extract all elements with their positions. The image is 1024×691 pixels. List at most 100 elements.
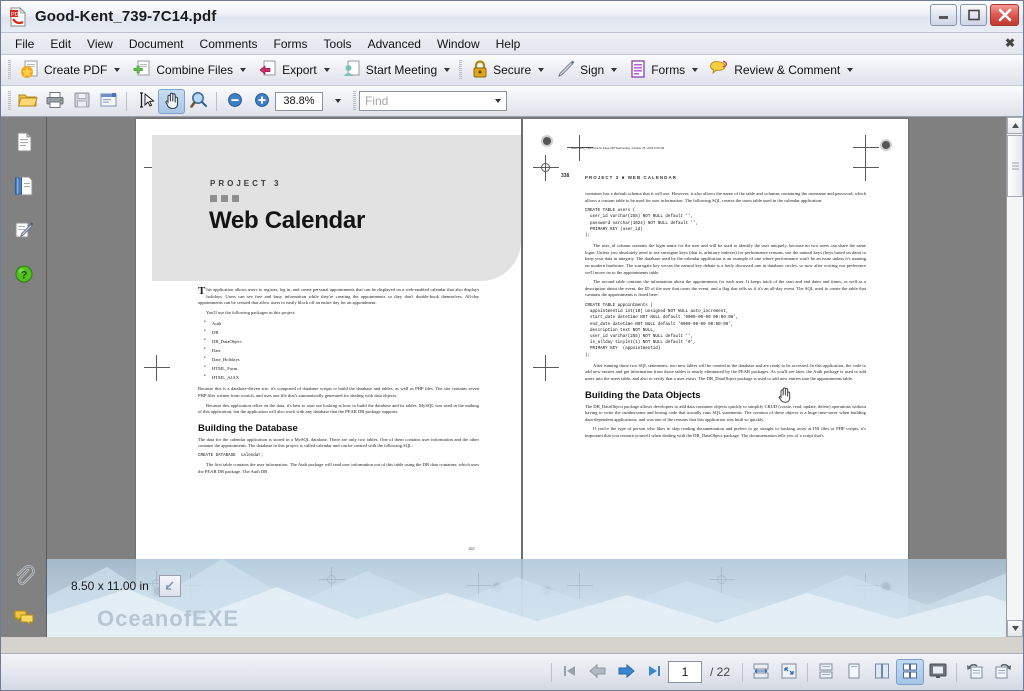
- hand-tool-button[interactable]: [158, 88, 185, 114]
- next-page-button[interactable]: [612, 659, 640, 685]
- sidebar-item-bookmarks[interactable]: [12, 175, 36, 199]
- sign-button[interactable]: Sign: [550, 58, 623, 83]
- two-up-button[interactable]: [868, 659, 896, 685]
- menu-view[interactable]: View: [79, 35, 121, 53]
- heading-building-database: Building the Database: [198, 422, 298, 434]
- combine-files-button[interactable]: Combine Files: [126, 58, 252, 83]
- toolbar-separator: [742, 662, 743, 682]
- list-item: HTML_AJAX: [198, 372, 479, 382]
- zoom-in-button[interactable]: [248, 89, 275, 114]
- sidebar-item-comments[interactable]: [12, 607, 36, 631]
- maximize-button[interactable]: [960, 4, 987, 26]
- export-button[interactable]: Export: [252, 58, 336, 83]
- zoom-level-field[interactable]: 38.8%: [275, 91, 323, 111]
- menu-document[interactable]: Document: [121, 35, 192, 53]
- scrollbar-thumb[interactable]: [1007, 135, 1023, 197]
- para-if-youre: If you're the type of person who likes t…: [585, 426, 866, 438]
- toolbar-grip[interactable]: [353, 91, 356, 111]
- code-create-database: CREATE DATABASE calendar;: [198, 453, 264, 458]
- email-button[interactable]: [95, 89, 122, 114]
- menu-window[interactable]: Window: [429, 35, 488, 53]
- monitor-fullscreen-icon: [928, 662, 948, 683]
- para-userid: The user_id column contains the login na…: [585, 243, 866, 275]
- vertical-scrollbar[interactable]: [1006, 117, 1023, 637]
- sidebar-item-pages[interactable]: [12, 131, 36, 155]
- previous-page-button[interactable]: [584, 659, 612, 685]
- sidebar-item-attachments[interactable]: [12, 564, 36, 590]
- fit-width-button[interactable]: [747, 659, 775, 685]
- chevron-down-icon[interactable]: [240, 68, 247, 72]
- fullscreen-button[interactable]: [924, 659, 952, 685]
- zoom-tool-button[interactable]: [185, 89, 212, 114]
- menu-tools[interactable]: Tools: [316, 35, 360, 53]
- pdf-document-icon: PDF: [7, 6, 29, 28]
- chevron-down-icon[interactable]: [495, 99, 501, 103]
- select-tool-button[interactable]: [131, 89, 158, 114]
- toolbar-separator: [216, 91, 217, 111]
- export-icon: [258, 59, 278, 82]
- sidebar-item-howto[interactable]: ?: [12, 263, 36, 287]
- menu-edit[interactable]: Edit: [42, 35, 79, 53]
- running-head: PROJECT 3 ■ WEB CALENDAR: [585, 175, 677, 180]
- pdf-page-right[interactable]: Good-Kent_739-7C14.fm Page 338 Wednesday…: [523, 119, 908, 619]
- forms-icon: [629, 59, 647, 82]
- navigation-pane-bottom: [1, 564, 46, 631]
- page-number-input[interactable]: 1: [667, 661, 702, 683]
- toolbar-grip[interactable]: [8, 60, 11, 80]
- hand-icon: [162, 90, 182, 113]
- zoom-out-button[interactable]: [221, 89, 248, 114]
- minimize-button[interactable]: [930, 4, 957, 26]
- chevron-down-icon[interactable]: [538, 68, 545, 72]
- first-page-button[interactable]: [556, 659, 584, 685]
- open-file-button[interactable]: [14, 89, 41, 114]
- toolbar-grip[interactable]: [8, 91, 11, 111]
- continuous-pages-button[interactable]: [812, 659, 840, 685]
- menu-forms[interactable]: Forms: [266, 35, 316, 53]
- document-viewport[interactable]: Good-Kent_739-7C14.fm Page 337 Wednesday…: [47, 117, 1006, 637]
- paperclip-icon: [13, 564, 35, 590]
- print-button[interactable]: [41, 89, 68, 114]
- two-up-continuous-button[interactable]: [896, 659, 924, 685]
- toolbar-grip[interactable]: [459, 60, 463, 80]
- review-comment-button[interactable]: Review & Comment: [704, 58, 859, 83]
- single-page-button[interactable]: [840, 659, 868, 685]
- chevron-down-icon[interactable]: [847, 68, 854, 72]
- close-document-icon[interactable]: ✖: [1005, 36, 1015, 50]
- para-first-table: The first table contains the user inform…: [198, 462, 479, 474]
- fit-page-button[interactable]: [775, 659, 803, 685]
- find-input[interactable]: Find: [359, 91, 507, 111]
- menu-help[interactable]: Help: [488, 35, 529, 53]
- scroll-down-button[interactable]: [1007, 620, 1023, 637]
- chevron-down-icon[interactable]: [323, 68, 330, 72]
- pages-container: Good-Kent_739-7C14.fm Page 337 Wednesday…: [136, 119, 908, 619]
- create-pdf-button[interactable]: Create PDF: [14, 58, 126, 83]
- menu-comments[interactable]: Comments: [192, 35, 266, 53]
- bookmarks-icon: [13, 175, 35, 200]
- scrollbar-track[interactable]: [1007, 197, 1023, 620]
- heading-building-data-objects: Building the Data Objects: [585, 389, 701, 401]
- pages-icon: [13, 131, 35, 156]
- start-meeting-button[interactable]: Start Meeting: [336, 58, 456, 83]
- chevron-down-icon[interactable]: [114, 68, 121, 72]
- last-page-button[interactable]: [640, 659, 668, 685]
- zoom-dropdown-button[interactable]: [323, 89, 350, 114]
- close-button[interactable]: [990, 4, 1019, 26]
- resize-handle-icon[interactable]: [158, 575, 181, 597]
- sidebar-item-signatures[interactable]: [12, 219, 36, 243]
- crop-mark: [567, 573, 593, 599]
- pdf-page-left[interactable]: Good-Kent_739-7C14.fm Page 337 Wednesday…: [136, 119, 521, 619]
- chevron-down-icon[interactable]: [444, 68, 451, 72]
- rotate-cw-button[interactable]: [989, 659, 1017, 685]
- save-button[interactable]: [68, 89, 95, 114]
- menu-advanced[interactable]: Advanced: [360, 35, 429, 53]
- fit-page-icon: [779, 662, 799, 683]
- registration-mark: [541, 135, 553, 147]
- secure-button[interactable]: Secure: [465, 58, 550, 83]
- chevron-down-icon[interactable]: [692, 68, 699, 72]
- chevron-down-icon[interactable]: [611, 68, 618, 72]
- menu-file[interactable]: File: [7, 35, 42, 53]
- page-folio-right: 338: [561, 173, 570, 179]
- scroll-up-button[interactable]: [1007, 117, 1023, 134]
- forms-button[interactable]: Forms: [623, 58, 704, 83]
- rotate-ccw-button[interactable]: [961, 659, 989, 685]
